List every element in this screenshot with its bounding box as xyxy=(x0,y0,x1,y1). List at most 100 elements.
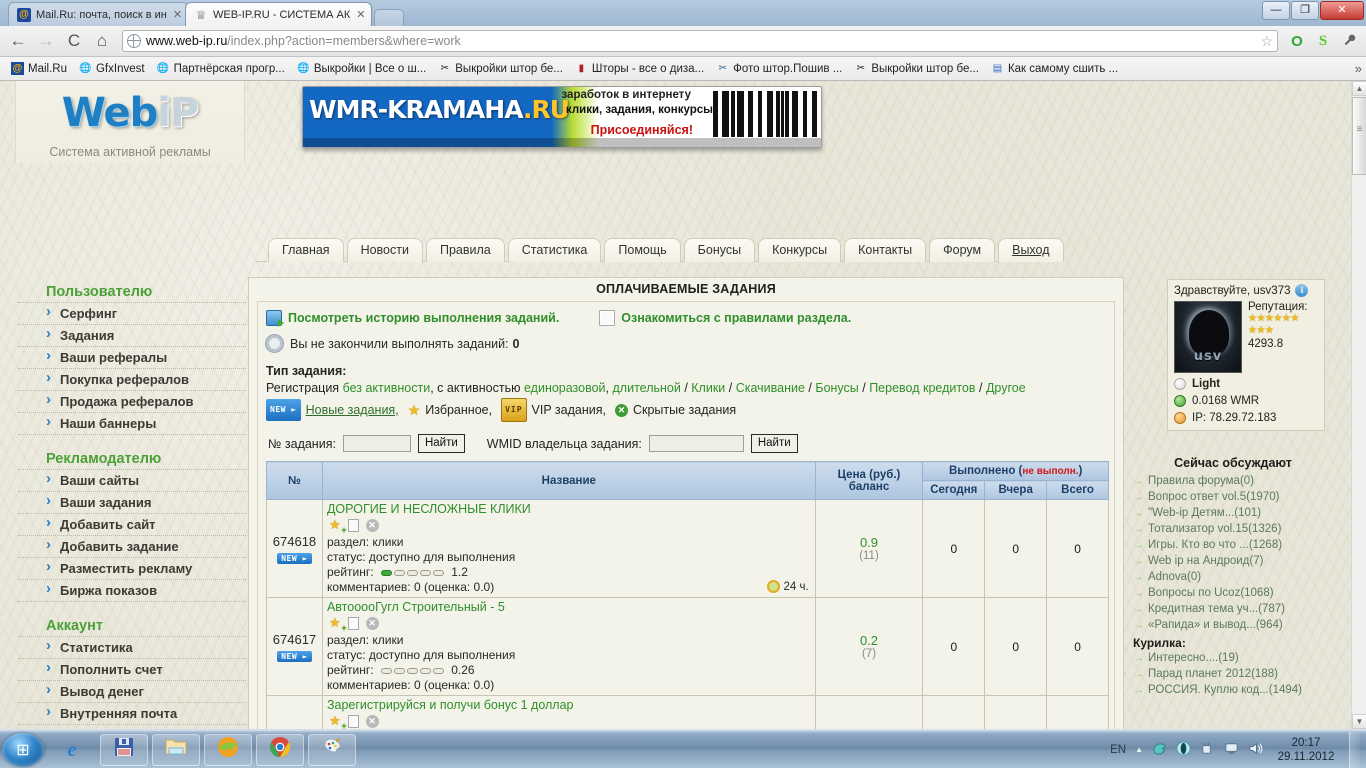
task-details-icon[interactable] xyxy=(347,616,359,630)
scroll-down-arrow-icon[interactable]: ▼ xyxy=(1352,714,1366,729)
filter-drugoe[interactable]: Другое xyxy=(986,381,1026,395)
new-tab-button[interactable] xyxy=(374,9,405,26)
sidebar-item-nashi-bannery[interactable]: Наши баннеры xyxy=(18,413,246,435)
maximize-button[interactable]: ❐ xyxy=(1291,1,1319,20)
bookmark-item[interactable]: ▮ Шторы - все о диза... xyxy=(570,60,709,77)
ad-banner[interactable]: WMR-KRAMAHA.RU заработок в интернету кли… xyxy=(302,86,822,148)
col-header-today[interactable]: Сегодня xyxy=(922,480,986,500)
task-details-icon[interactable] xyxy=(347,518,359,532)
skype-extension-icon[interactable]: S xyxy=(1312,33,1334,50)
discussion-item[interactable]: Web ip на Андроид(7) xyxy=(1133,553,1333,569)
rules-link[interactable]: Ознакомиться с правилами раздела. xyxy=(599,310,851,326)
address-bar[interactable]: www.web-ip.ru /index.php?action=members&… xyxy=(122,30,1278,52)
table-row[interactable]: 674616 NEW ► Зарегистрируйся и получи бо… xyxy=(266,695,1109,729)
sidebar-item-pokupka-referalov[interactable]: Покупка рефералов xyxy=(18,369,246,391)
avatar[interactable]: usv xyxy=(1174,301,1242,373)
scrollbar-thumb[interactable] xyxy=(1352,97,1366,175)
discussion-item[interactable]: Вопросы по Ucoz(1068) xyxy=(1133,585,1333,601)
hide-task-icon[interactable]: ✕ xyxy=(365,714,379,728)
filter-edinorazovoy[interactable]: единоразовой xyxy=(524,381,606,395)
page-scrollbar[interactable]: ▲ ▼ xyxy=(1351,81,1366,729)
discussion-item[interactable]: «Рапида» и вывод...(964) xyxy=(1133,617,1333,633)
discussion-item[interactable]: Игры. Кто во что ...(1268) xyxy=(1133,537,1333,553)
sidebar-item-prodazha-referalov[interactable]: Продажа рефералов xyxy=(18,391,246,413)
bookmark-item[interactable]: ✂ Выкройки штор бе... xyxy=(849,60,984,77)
bookmark-item[interactable]: ▤ Как самому сшить ... xyxy=(986,60,1123,77)
col-header-number[interactable]: № xyxy=(266,461,323,500)
nav-tab-glavnaya[interactable]: Главная xyxy=(268,238,344,262)
add-favorite-icon[interactable]: ★ xyxy=(329,615,346,633)
bookmark-item[interactable]: 🌐 Партнёрская прогр... xyxy=(152,60,290,77)
taskbar-item-paint[interactable] xyxy=(308,733,356,766)
filter-skachivanie[interactable]: Скачивание xyxy=(736,381,805,395)
col-header-name[interactable]: Название xyxy=(321,461,816,500)
discussion-item[interactable]: Adnova(0) xyxy=(1133,569,1333,585)
filter-hidden[interactable]: Скрытые задания xyxy=(633,400,736,420)
taskbar-item-browser-orange[interactable] xyxy=(204,733,252,766)
discussion-item[interactable]: "Web-ip Детям...(101) xyxy=(1133,505,1333,521)
show-desktop-button[interactable] xyxy=(1349,731,1360,768)
sidebar-item-serfing[interactable]: Серфинг xyxy=(18,302,246,325)
sidebar-item-birzha-pokazov[interactable]: Биржа показов xyxy=(18,580,246,602)
monitor-icon[interactable] xyxy=(1224,741,1239,759)
nav-tab-vyhod[interactable]: Выход xyxy=(998,238,1064,262)
bookmark-star-icon[interactable]: ☆ xyxy=(1260,33,1273,50)
discussion-item[interactable]: Тотализатор vol.15(1326) xyxy=(1133,521,1333,537)
table-row[interactable]: 674617 NEW ► АвтооооГугл Строительный - … xyxy=(266,597,1109,696)
discussion-item[interactable]: РОССИЯ. Куплю код...(1494) xyxy=(1133,682,1333,698)
sidebar-item-zadaniya[interactable]: Задания xyxy=(18,325,246,347)
sidebar-item-vashi-referaly[interactable]: Ваши рефералы xyxy=(18,347,246,369)
kiwi-icon[interactable] xyxy=(1152,741,1167,759)
nav-tab-pomosch[interactable]: Помощь xyxy=(604,238,681,262)
taskbar-item-save[interactable] xyxy=(100,733,148,766)
language-indicator[interactable]: EN xyxy=(1110,744,1126,756)
history-link[interactable]: Посмотреть историю выполнения заданий. xyxy=(266,310,559,327)
discussion-item[interactable]: Правила форума(0) xyxy=(1133,473,1333,489)
sidebar-item-vashi-zadaniya[interactable]: Ваши задания xyxy=(18,492,246,514)
filter-perevod-kreditov[interactable]: Перевод кредитов xyxy=(869,381,975,395)
nav-tab-statistika[interactable]: Статистика xyxy=(507,238,602,262)
task-title[interactable]: АвтооооГугл Строительный - 5 xyxy=(327,600,811,614)
col-header-total[interactable]: Всего xyxy=(1046,480,1109,500)
bookmark-item[interactable]: 🌐 GfxInvest xyxy=(74,60,150,77)
network-plug-icon[interactable] xyxy=(1200,741,1215,759)
taskbar-item-file-explorer[interactable] xyxy=(152,733,200,766)
site-logo[interactable]: WebiP Система активной рекламы xyxy=(15,81,245,163)
add-favorite-icon[interactable]: ★ xyxy=(329,713,346,729)
browser-tab-webip[interactable]: ♕ WEB-IP.RU - СИСТЕМА АК ✕ xyxy=(185,2,373,26)
nav-tab-pravila[interactable]: Правила xyxy=(425,238,505,262)
col-header-not-done[interactable]: не выполн. xyxy=(1022,466,1078,477)
sidebar-item-dobavit-zadanie[interactable]: Добавить задание xyxy=(18,536,246,558)
nav-tab-novosti[interactable]: Новости xyxy=(346,238,423,262)
col-header-price[interactable]: Цена (руб.) баланс xyxy=(814,461,924,500)
info-icon[interactable]: i xyxy=(1295,284,1309,297)
sidebar-item-statistika[interactable]: Статистика xyxy=(18,636,246,659)
add-favorite-icon[interactable]: ★ xyxy=(329,517,346,535)
discussion-item[interactable]: Кредитная тема уч...(787) xyxy=(1133,601,1333,617)
discussion-item[interactable]: Вопрос ответ vol.5(1970) xyxy=(1133,489,1333,505)
hide-task-icon[interactable]: ✕ xyxy=(365,616,379,630)
volume-icon[interactable] xyxy=(1248,741,1263,759)
wmid-search-button[interactable]: Найти xyxy=(750,434,798,453)
bookmark-item[interactable]: ✂ Выкройки штор бе... xyxy=(433,60,568,77)
sidebar-item-poisk-uchastnika[interactable]: Поиск участника xyxy=(18,725,246,729)
clock[interactable]: 20:17 29.11.2012 xyxy=(1272,736,1340,764)
sidebar-item-razmestit-reklamu[interactable]: Разместить рекламу xyxy=(18,558,246,580)
bookmark-item[interactable]: @ Mail.Ru xyxy=(6,60,72,77)
bookmarks-overflow-icon[interactable]: » xyxy=(1355,61,1362,76)
col-header-yesterday[interactable]: Вчера xyxy=(984,480,1048,500)
filter-bonusy[interactable]: Бонусы xyxy=(815,381,858,395)
filter-kliki[interactable]: Клики xyxy=(691,381,725,395)
start-button[interactable]: ⊞ xyxy=(2,732,44,767)
taskbar-item-google-chrome[interactable] xyxy=(256,733,304,766)
close-window-button[interactable]: ✕ xyxy=(1320,1,1364,20)
discussion-item[interactable]: Парад планет 2012(188) xyxy=(1133,666,1333,682)
hide-task-icon[interactable]: ✕ xyxy=(365,518,379,532)
opera-icon[interactable] xyxy=(1176,740,1191,759)
sidebar-item-dobavit-sayt[interactable]: Добавить сайт xyxy=(18,514,246,536)
forward-icon[interactable]: → xyxy=(34,31,58,51)
close-icon[interactable]: ✕ xyxy=(173,8,182,21)
nav-tab-konkursy[interactable]: Конкурсы xyxy=(758,238,842,262)
sidebar-item-vashi-sayty[interactable]: Ваши сайты xyxy=(18,469,246,492)
sidebar-item-vyvod-deneg[interactable]: Вывод денег xyxy=(18,681,246,703)
